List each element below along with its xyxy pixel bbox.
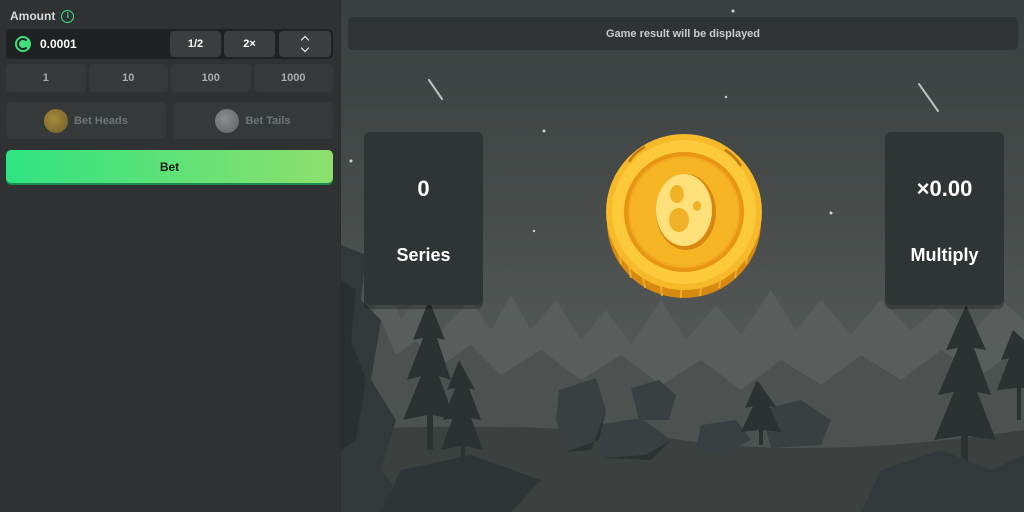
game-area: Game result will be displayed 0 Series ×…	[341, 0, 1024, 512]
quick-amount-10-button[interactable]: 10	[88, 64, 168, 92]
side-select-row: Bet Heads Bet Tails	[6, 102, 333, 139]
game-result-bar: Game result will be displayed	[348, 17, 1018, 50]
tails-coin-icon	[215, 108, 240, 133]
quick-amount-1000-button[interactable]: 1000	[253, 64, 333, 92]
multiply-label: Multiply	[910, 244, 979, 265]
amount-label-row: Amount i	[10, 9, 75, 23]
amount-input-row: 0.0001 1/2 2×	[6, 29, 333, 59]
series-value: 0	[417, 175, 430, 201]
shooting-star	[428, 79, 443, 100]
bet-button[interactable]: Bet	[6, 150, 333, 183]
game-window: Amount i 0.0001 1/2 2× 1 10 100 1000 Bet…	[0, 0, 1024, 512]
multiply-card: ×0.00 Multiply	[885, 132, 1004, 305]
bet-tails-button[interactable]: Bet Tails	[173, 102, 333, 139]
bet-control-panel: Amount i 0.0001 1/2 2× 1 10 100 1000 Bet…	[0, 0, 340, 512]
amount-input[interactable]: 0.0001	[40, 37, 77, 51]
multiply-value: ×0.00	[916, 175, 973, 201]
quick-amount-100-button[interactable]: 100	[171, 64, 251, 92]
info-icon[interactable]: i	[61, 9, 75, 23]
amount-label: Amount	[10, 9, 56, 23]
bet-tails-label: Bet Tails	[245, 114, 291, 127]
amount-stepper-button[interactable]	[279, 31, 331, 57]
heads-coin-icon	[44, 108, 69, 133]
series-card: 0 Series	[364, 132, 483, 305]
quick-amount-1-button[interactable]: 1	[6, 64, 86, 92]
series-label: Series	[396, 244, 451, 265]
shooting-star	[918, 83, 939, 112]
quick-amount-row: 1 10 100 1000	[6, 64, 333, 92]
chevron-down-icon	[300, 43, 310, 53]
double-amount-button[interactable]: 2×	[224, 31, 275, 57]
bet-heads-button[interactable]: Bet Heads	[6, 102, 166, 139]
half-amount-button[interactable]: 1/2	[170, 31, 221, 57]
flip-coin-icon	[606, 134, 762, 298]
currency-coin-icon	[15, 36, 31, 52]
bet-heads-label: Bet Heads	[74, 114, 128, 127]
